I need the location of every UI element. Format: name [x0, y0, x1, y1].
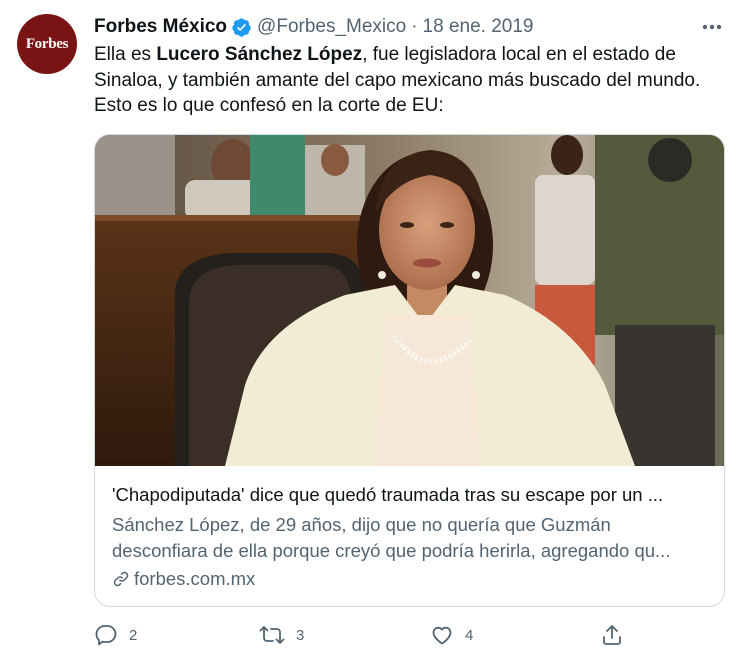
- tweet-header: Forbes México @Forbes_Mexico · 18 ene. 2…: [94, 14, 534, 40]
- like-button[interactable]: 4: [430, 620, 473, 650]
- card-title[interactable]: 'Chapodiputada' dice que quedó traumada …: [112, 484, 712, 506]
- share-icon: [603, 625, 621, 645]
- card-description-line-2: desconfiara de ella porque creyó que pod…: [112, 540, 671, 561]
- like-count: 4: [465, 626, 474, 644]
- card-domain-text: forbes.com.mx: [134, 568, 256, 589]
- card-image[interactable]: [95, 135, 724, 466]
- tweet[interactable]: Forbes Forbes México @Forbes_Mexico · 18…: [0, 0, 755, 662]
- card-domain[interactable]: forbes.com.mx: [112, 568, 255, 590]
- header-separator: ·: [411, 16, 418, 37]
- author-handle[interactable]: @Forbes_Mexico: [257, 16, 406, 38]
- tweet-text-part1: Ella es: [94, 44, 157, 65]
- more-options-button[interactable]: [697, 12, 727, 42]
- share-button[interactable]: [600, 620, 624, 650]
- reply-icon: [95, 625, 117, 646]
- retweet-count: 3: [296, 626, 305, 644]
- avatar[interactable]: Forbes: [17, 14, 77, 74]
- reply-count: 2: [129, 626, 138, 644]
- tweet-text: Ella es Lucero Sánchez López, fue legisl…: [94, 42, 734, 119]
- card-description-line-1: Sánchez López, de 29 años, dijo que no q…: [112, 514, 611, 535]
- tweet-date[interactable]: 18 ene. 2019: [423, 16, 534, 38]
- link-icon: [113, 571, 129, 587]
- retweet-button[interactable]: 3: [259, 620, 304, 650]
- author-name[interactable]: Forbes México: [94, 16, 227, 38]
- tweet-text-bold-name: Lucero Sánchez López: [156, 44, 363, 65]
- link-card[interactable]: 'Chapodiputada' dice que quedó traumada …: [94, 134, 725, 607]
- verified-badge-icon: [231, 17, 252, 38]
- retweet-icon: [259, 626, 285, 644]
- more-dots-icon: [702, 24, 722, 30]
- reply-button[interactable]: 2: [94, 620, 137, 650]
- avatar-logo-text: Forbes: [25, 35, 69, 52]
- tweet-actions: 2 3 4: [94, 620, 734, 650]
- heart-icon: [432, 626, 452, 645]
